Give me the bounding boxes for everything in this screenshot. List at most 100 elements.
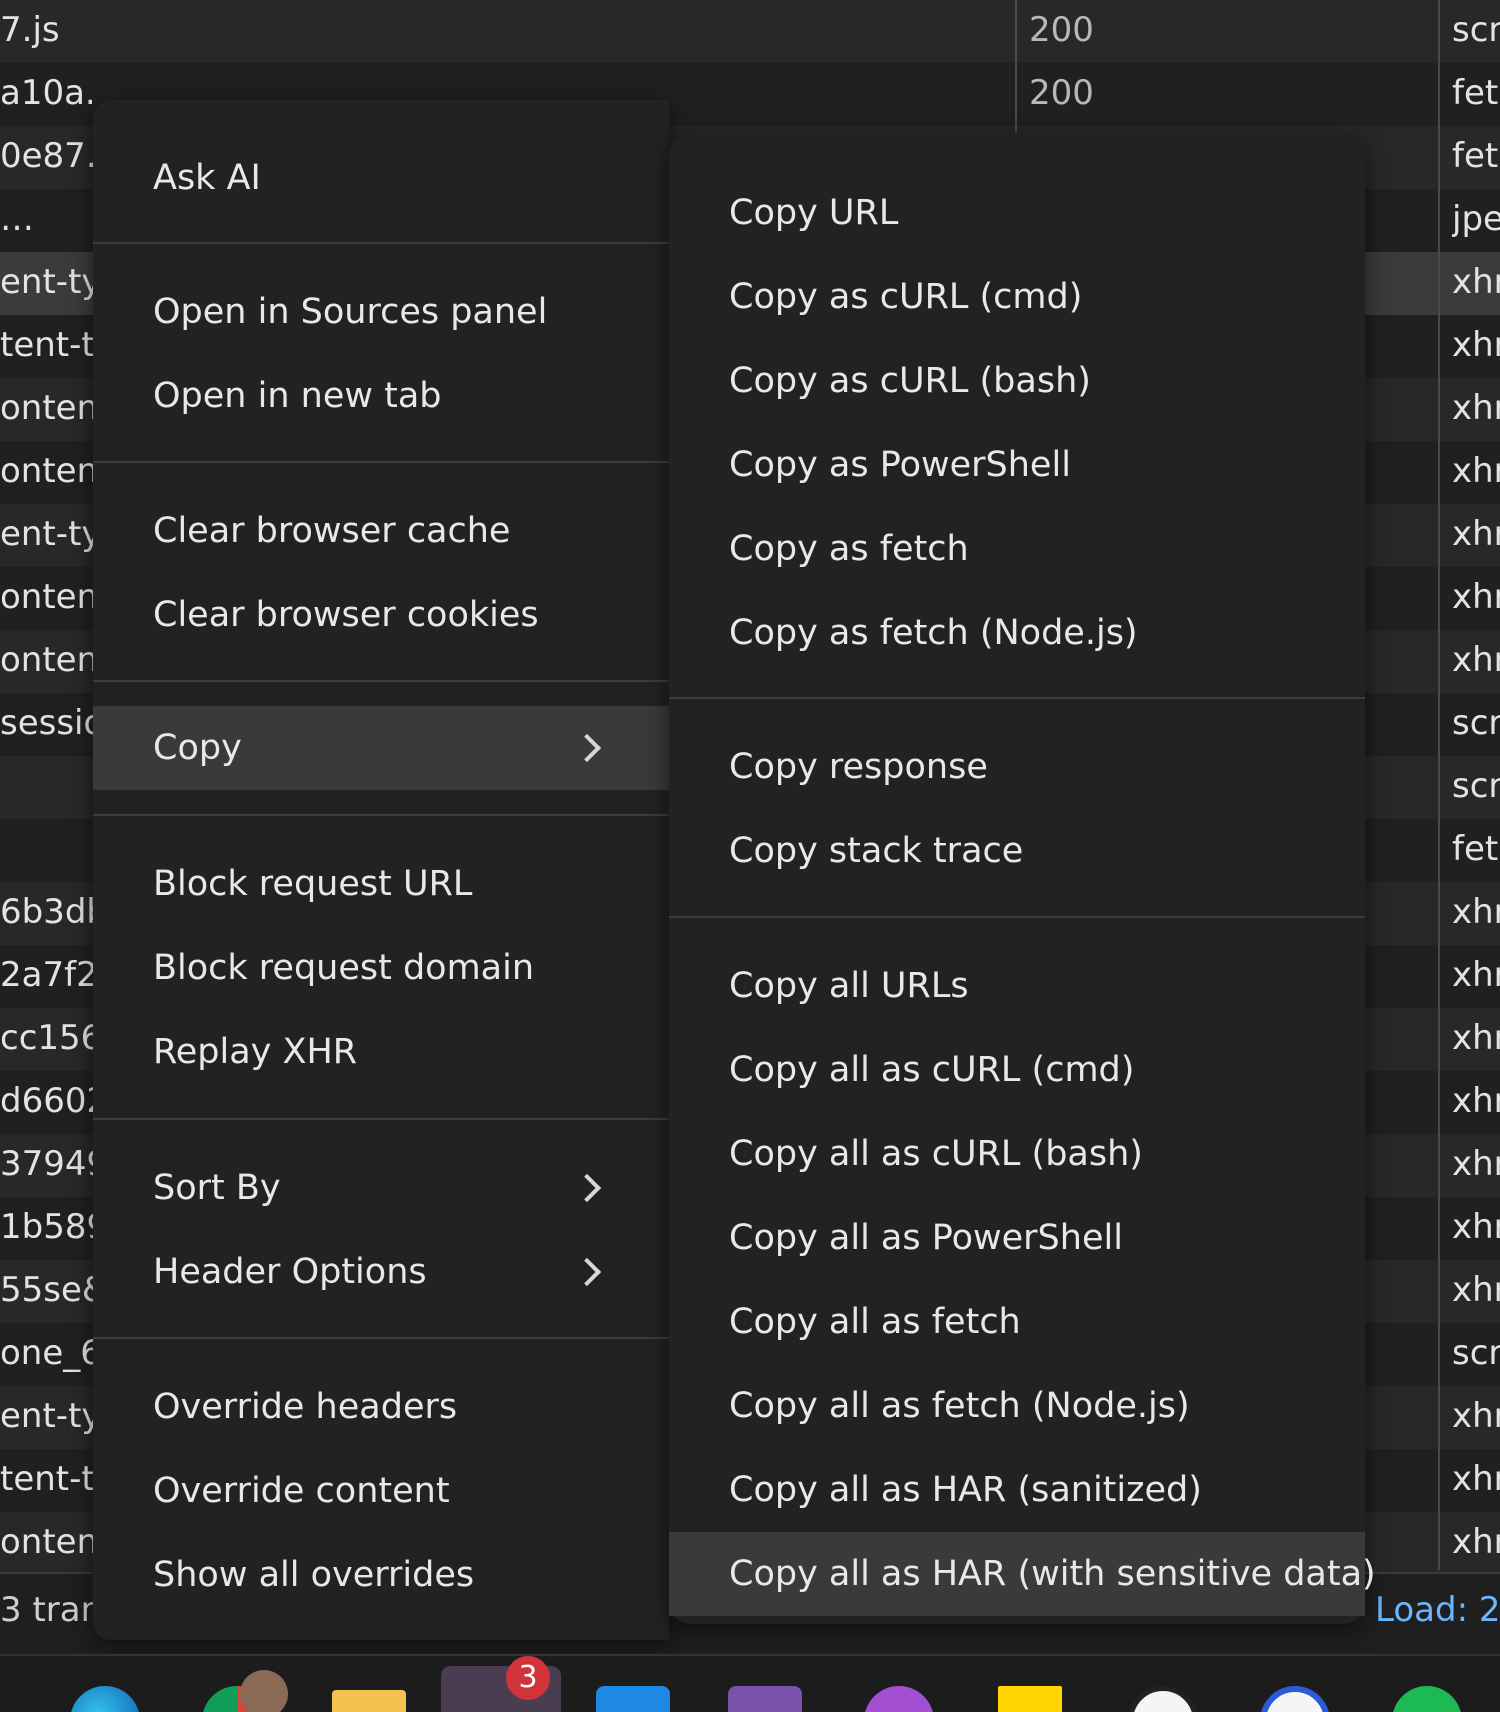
submenu-item-copy-response[interactable]: Copy response (669, 725, 1365, 809)
submenu-item-copy-url[interactable]: Copy URL (669, 171, 1365, 255)
menu-item-label: Copy stack trace (729, 831, 1024, 871)
request-context-menu: Ask AI Open in Sources panel Open in new… (93, 100, 669, 1640)
menu-item-open-in-new-tab[interactable]: Open in new tab (93, 354, 669, 438)
vscode-icon[interactable] (596, 1686, 670, 1712)
menu-item-open-in-sources[interactable]: Open in Sources panel (93, 270, 669, 354)
request-type-cell: scri (1452, 1333, 1500, 1373)
request-name-cell: 7.js (0, 10, 60, 50)
menu-item-label: Clear browser cache (153, 511, 511, 551)
request-type-cell: xhr (1452, 640, 1500, 680)
request-type-cell: xhr (1452, 1522, 1500, 1562)
request-type-cell: xhr (1452, 892, 1500, 932)
submenu-item-copy-powershell[interactable]: Copy as PowerShell (669, 423, 1365, 507)
notification-badge: 3 (506, 1656, 550, 1700)
menu-item-label: Ask AI (153, 158, 261, 198)
submenu-item-copy-curl-bash[interactable]: Copy as cURL (bash) (669, 339, 1365, 423)
request-name-cell: d66028 (0, 1081, 95, 1121)
request-name-cell: ent-ty (0, 514, 95, 554)
load-time: Load: 2. (1375, 1590, 1500, 1630)
request-name-cell: tent-ty (0, 1459, 95, 1499)
menu-item-label: Copy all as fetch (729, 1302, 1021, 1342)
request-name-cell: 37949 (0, 1144, 95, 1184)
menu-item-block-url[interactable]: Block request URL (93, 842, 669, 926)
submenu-item-copy-all-har-sensitive[interactable]: Copy all as HAR (with sensitive data) (669, 1532, 1376, 1616)
menu-item-header-options[interactable]: Header Options (93, 1230, 669, 1314)
menu-item-block-domain[interactable]: Block request domain (93, 926, 669, 1010)
submenu-item-copy-fetch-node[interactable]: Copy as fetch (Node.js) (669, 591, 1365, 675)
request-type-cell: jpe (1452, 199, 1500, 239)
menu-item-ask-ai[interactable]: Ask AI (93, 136, 669, 220)
request-status-cell: 200 (1029, 73, 1094, 113)
request-type-cell: scri (1452, 10, 1500, 50)
request-type-cell: xhr (1452, 451, 1500, 491)
request-type-cell: xhr (1452, 325, 1500, 365)
request-name-cell: ontent (0, 640, 95, 680)
submenu-item-copy-all-fetch[interactable]: Copy all as fetch (669, 1280, 1365, 1364)
menu-item-clear-cookies[interactable]: Clear browser cookies (93, 573, 669, 657)
menu-item-label: Clear browser cookies (153, 595, 539, 635)
submenu-item-copy-all-curl-cmd[interactable]: Copy all as cURL (cmd) (669, 1028, 1365, 1112)
blue-circle-app-icon[interactable] (1260, 1686, 1330, 1712)
request-type-cell: fetc (1452, 73, 1500, 113)
menu-item-label: Copy all as PowerShell (729, 1218, 1123, 1258)
request-type-cell: scri (1452, 766, 1500, 806)
request-name-cell: ontent (0, 388, 95, 428)
request-name-cell: 6b3db (0, 892, 95, 932)
edge-browser-icon[interactable] (70, 1686, 140, 1712)
submenu-item-copy-stack-trace[interactable]: Copy stack trace (669, 809, 1365, 893)
menu-item-label: Copy as fetch (729, 529, 969, 569)
request-name-cell: ent-ty (0, 1396, 95, 1436)
menu-item-label: Copy all as HAR (sanitized) (729, 1470, 1202, 1510)
menu-item-copy[interactable]: Copy (93, 706, 669, 790)
request-type-cell: fetc (1452, 136, 1500, 176)
menu-item-label: Block request URL (153, 864, 473, 904)
menu-item-label: Copy all as cURL (cmd) (729, 1050, 1135, 1090)
menu-separator (669, 916, 1365, 918)
visual-studio-icon[interactable] (728, 1686, 802, 1712)
menu-item-show-overrides[interactable]: Show all overrides (93, 1533, 669, 1617)
submenu-item-copy-all-curl-bash[interactable]: Copy all as cURL (bash) (669, 1112, 1365, 1196)
menu-item-label: Copy all as HAR (with sensitive data) (729, 1554, 1376, 1594)
menu-item-label: Open in new tab (153, 376, 442, 416)
menu-item-label: Copy as cURL (bash) (729, 361, 1091, 401)
menu-item-override-content[interactable]: Override content (93, 1449, 669, 1533)
spotify-icon[interactable] (1392, 1686, 1462, 1712)
type-column-divider[interactable] (1438, 0, 1440, 1570)
messenger-app-icon[interactable] (864, 1686, 934, 1712)
submenu-item-copy-all-har-sanitized[interactable]: Copy all as HAR (sanitized) (669, 1448, 1365, 1532)
submenu-item-copy-fetch[interactable]: Copy as fetch (669, 507, 1365, 591)
request-type-cell: xhr (1452, 388, 1500, 428)
request-name-cell: a10a.js (0, 73, 95, 113)
request-type-cell: xhr (1452, 1144, 1500, 1184)
menu-item-replay-xhr[interactable]: Replay XHR (93, 1010, 669, 1094)
menu-item-clear-cache[interactable]: Clear browser cache (93, 489, 669, 573)
submenu-item-copy-all-fetch-node[interactable]: Copy all as fetch (Node.js) (669, 1364, 1365, 1448)
request-type-cell: fetc (1452, 829, 1500, 869)
request-type-cell: xhr (1452, 1207, 1500, 1247)
request-status-cell: 200 (1029, 10, 1094, 50)
menu-item-label: Show all overrides (153, 1555, 475, 1595)
menu-item-label: Replay XHR (153, 1032, 358, 1072)
request-type-cell: xhr (1452, 1018, 1500, 1058)
chevron-right-icon (572, 733, 602, 763)
menu-item-label: Open in Sources panel (153, 292, 548, 332)
menu-item-sort-by[interactable]: Sort By (93, 1146, 669, 1230)
status-column-divider[interactable] (1015, 0, 1017, 132)
request-name-cell: cc156 (0, 1018, 95, 1058)
request-name-cell: 2a7f22 (0, 955, 95, 995)
file-explorer-icon[interactable] (332, 1690, 406, 1712)
circle-app-icon[interactable] (1128, 1686, 1198, 1712)
request-name-cell: 55se& (0, 1270, 95, 1310)
request-name-cell: 0e87.js (0, 136, 95, 176)
table-row[interactable]: 7.js 200 scri (0, 0, 1500, 63)
submenu-item-copy-all-powershell[interactable]: Copy all as PowerShell (669, 1196, 1365, 1280)
submenu-item-copy-all-urls[interactable]: Copy all URLs (669, 944, 1365, 1028)
menu-item-label: Copy as cURL (cmd) (729, 277, 1083, 317)
submenu-item-copy-curl-cmd[interactable]: Copy as cURL (cmd) (669, 255, 1365, 339)
sticky-notes-icon[interactable] (998, 1686, 1062, 1712)
menu-separator (93, 814, 669, 816)
menu-item-override-headers[interactable]: Override headers (93, 1365, 669, 1449)
menu-item-label: Block request domain (153, 948, 535, 988)
menu-item-label: Copy all URLs (729, 966, 969, 1006)
menu-separator (93, 461, 669, 463)
